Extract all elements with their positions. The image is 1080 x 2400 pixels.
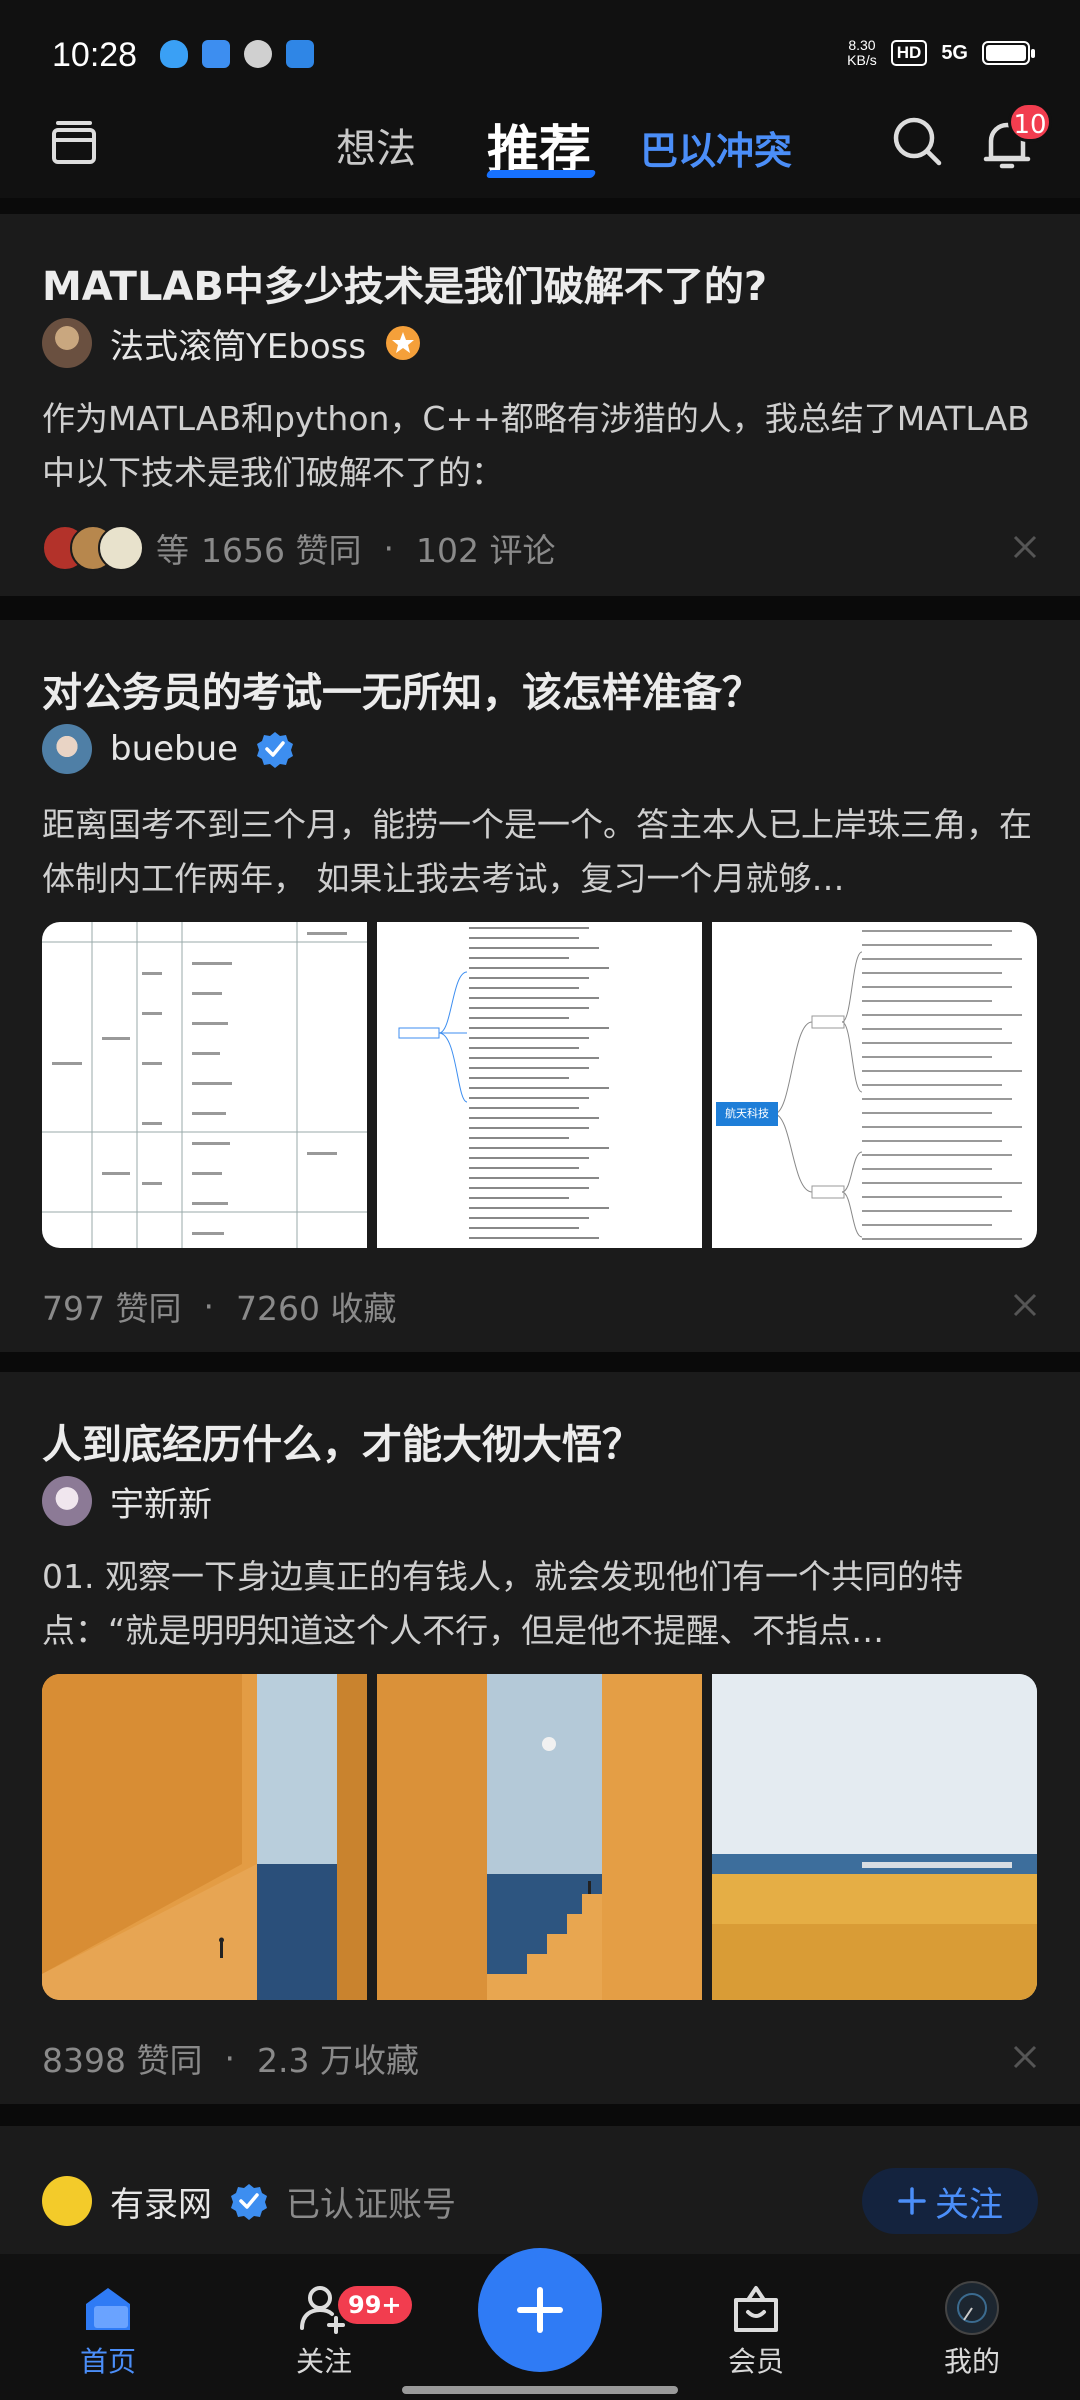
feed-card[interactable]: 对公务员的考试一无所知，该怎样准备？ buebue 距离国考不到三个月，能捞一个… [0, 620, 1080, 1352]
image-row[interactable] [42, 1674, 1037, 2000]
plus-icon [517, 2287, 563, 2333]
card-stats: 等 1656 赞同 · 102 评论 [42, 524, 555, 572]
battery-icon [982, 41, 1035, 65]
card-excerpt[interactable]: 距离国考不到三个月，能捞一个是一个。答主本人已上岸珠三角，在体制内工作两年， 如… [42, 798, 1042, 906]
home-indicator[interactable] [402, 2386, 678, 2394]
mindmap-image[interactable] [377, 922, 702, 1248]
landscape-image[interactable] [377, 1674, 702, 2000]
comments-count: 102 评论 [415, 531, 556, 570]
nav-profile[interactable]: 我的 [912, 2280, 1032, 2380]
menu-icon[interactable] [48, 116, 100, 168]
bottom-navigation: 首页 关注 99+ 会员 我的 [0, 2248, 1080, 2400]
home-icon [86, 2288, 130, 2330]
card-stats: 8398 赞同 · 2.3 万收藏 [42, 2034, 419, 2082]
settings-icon [244, 40, 272, 68]
nav-label: 首页 [79, 2345, 136, 2378]
stats-prefix: 等 [156, 531, 189, 570]
card-title[interactable]: MATLAB中多少技术是我们破解不了的? [42, 254, 767, 312]
following-badge: 99+ [338, 2286, 412, 2324]
card-title[interactable]: 人到底经历什么，才能大彻大悟？ [42, 1412, 642, 1470]
avatar[interactable] [42, 1476, 92, 1526]
avatar[interactable] [42, 2176, 92, 2226]
nav-label: 关注 [295, 2345, 352, 2378]
separator: · [224, 2038, 235, 2078]
separator: · [203, 1286, 214, 1326]
dismiss-icon[interactable] [1010, 532, 1040, 562]
separator: · [383, 528, 394, 568]
author-row[interactable]: buebue [42, 724, 294, 774]
liker-avatars [42, 525, 144, 571]
creator-badge-icon [386, 326, 421, 360]
dismiss-icon[interactable] [1010, 2042, 1040, 2072]
author-row[interactable]: 宇新新 [42, 1476, 212, 1526]
nav-home[interactable]: 首页 [48, 2280, 168, 2380]
speed-unit: KB/s [847, 52, 877, 68]
card-excerpt[interactable]: 01. 观察一下身边真正的有钱人，就会发现他们有一个共同的特点：“就是明明知道这… [42, 1550, 1042, 1658]
image-row[interactable]: 航天科技 [42, 922, 1037, 1248]
author-name[interactable]: 法式滚筒YEboss [110, 319, 366, 368]
table-image[interactable] [42, 922, 367, 1248]
favorites-count: 7260 收藏 [235, 1289, 397, 1328]
nav-label: 我的 [943, 2345, 1000, 2378]
battery-level [986, 45, 1026, 61]
surreal-stairs-picture [377, 1674, 702, 2000]
qq-icon [160, 40, 188, 68]
nav-label: 会员 [727, 2345, 784, 2378]
active-tab-indicator [485, 170, 597, 178]
author-name[interactable]: 有录网 [110, 2177, 212, 2226]
create-button[interactable] [478, 2248, 602, 2372]
notification-icons [160, 40, 314, 68]
mindmap-center-node: 航天科技 [716, 1102, 778, 1126]
profile-avatar-icon [945, 2281, 999, 2335]
likes-count: 8398 赞同 [42, 2041, 203, 2080]
author-name[interactable]: buebue [110, 729, 238, 769]
table-diagram [42, 922, 367, 1248]
wheat-field-picture [712, 1674, 1037, 2000]
search-icon[interactable] [890, 114, 944, 168]
plus-icon [898, 2187, 926, 2215]
author-name[interactable]: 宇新新 [110, 1477, 212, 1526]
verified-icon [231, 2184, 267, 2220]
hd-badge: HD [890, 40, 928, 66]
tab-ideas[interactable]: 想法 [336, 116, 416, 174]
speed-value: 8.30 [848, 37, 876, 53]
feed-card[interactable]: MATLAB中多少技术是我们破解不了的? 法式滚筒YEboss 作为MATLAB… [0, 214, 1080, 596]
author-row[interactable]: 有录网 已认证账号 [42, 2176, 456, 2226]
likes-count: 1656 赞同 [201, 531, 362, 570]
mindmap-image[interactable]: 航天科技 [712, 922, 1037, 1248]
follow-label: 关注 [935, 2184, 1003, 2225]
mindmap-diagram [398, 927, 609, 1239]
nav-membership[interactable]: 会员 [696, 2280, 816, 2380]
surreal-door-picture [42, 1674, 367, 2000]
likes-count: 797 赞同 [42, 1289, 182, 1328]
system-indicators: 8.30 KB/s HD 5G [847, 38, 1035, 68]
notification-badge: 10 [1008, 102, 1052, 142]
feed-card[interactable]: 人到底经历什么，才能大彻大悟？ 宇新新 01. 观察一下身边真正的有钱人，就会发… [0, 1372, 1080, 2104]
status-bar: 10:28 8.30 KB/s HD 5G [0, 0, 1080, 110]
card-title[interactable]: 对公务员的考试一无所知，该怎样准备？ [42, 660, 762, 718]
landscape-image[interactable] [42, 1674, 367, 2000]
shop-bag-icon [734, 2286, 778, 2332]
tab-hot-topic[interactable]: 巴以冲突 [640, 120, 792, 175]
card-excerpt[interactable]: 作为MATLAB和python，C++都略有涉猎的人，我总结了MATLAB中以下… [42, 392, 1042, 500]
message-icon [202, 40, 230, 68]
avatar [98, 525, 144, 571]
top-navigation: 想法 推荐 巴以冲突 10 [0, 102, 1080, 198]
status-time: 10:28 [52, 36, 138, 74]
dismiss-icon[interactable] [1010, 1290, 1040, 1320]
verified-label: 已认证账号 [286, 2184, 456, 2225]
mindmap-diagram [773, 930, 1022, 1240]
verified-icon [257, 732, 294, 768]
follow-button[interactable]: 关注 [862, 2168, 1038, 2234]
landscape-image[interactable] [712, 1674, 1037, 2000]
avatar[interactable] [42, 724, 92, 774]
avatar[interactable] [42, 318, 92, 368]
author-row[interactable]: 法式滚筒YEboss [42, 318, 422, 368]
favorites-count: 2.3 万收藏 [256, 2041, 419, 2080]
card-stats: 797 赞同 · 7260 收藏 [42, 1282, 396, 1330]
app-icon [286, 40, 314, 68]
network-speed: 8.30 KB/s [847, 38, 877, 68]
network-type: 5G [941, 42, 968, 64]
